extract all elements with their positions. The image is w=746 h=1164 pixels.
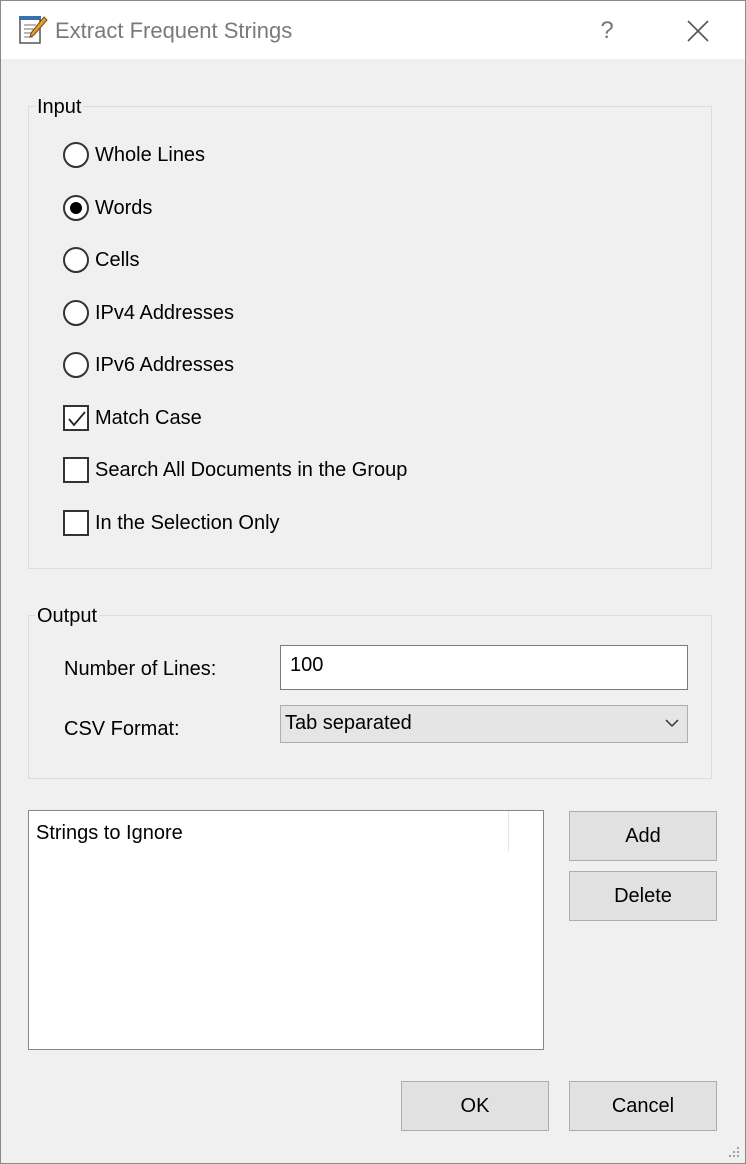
radio-indicator[interactable] [63, 352, 89, 378]
option-label: IPv4 Addresses [95, 301, 234, 324]
output-group-label: Output [35, 605, 100, 628]
add-button[interactable]: Add [569, 811, 717, 861]
radio-indicator-selected[interactable] [63, 195, 89, 221]
number-of-lines-label: Number of Lines: [64, 658, 217, 680]
option-label: IPv6 Addresses [95, 353, 234, 376]
title-bar[interactable]: Extract Frequent Strings ? [1, 1, 745, 59]
output-groupbox [28, 615, 712, 779]
checkbox-match-case[interactable]: Match Case [63, 404, 202, 432]
option-label: Search All Documents in the Group [95, 458, 408, 481]
checkbox-selection-only[interactable]: In the Selection Only [63, 509, 280, 537]
chevron-down-icon [665, 719, 679, 728]
help-button[interactable]: ? [585, 9, 629, 53]
csv-format-label: CSV Format: [64, 718, 180, 740]
close-icon[interactable] [677, 11, 719, 51]
input-group-label: Input [35, 96, 84, 119]
option-label: Whole Lines [95, 143, 206, 166]
option-label: Match Case [95, 406, 202, 429]
radio-indicator[interactable] [63, 247, 89, 273]
number-of-lines-input[interactable]: 100 [280, 645, 688, 690]
window-title: Extract Frequent Strings [55, 18, 293, 43]
option-label: In the Selection Only [95, 511, 280, 534]
radio-ipv4-addresses[interactable]: IPv4 Addresses [63, 299, 234, 327]
cancel-button[interactable]: Cancel [569, 1081, 717, 1131]
radio-whole-lines[interactable]: Whole Lines [63, 141, 205, 169]
list-column-header[interactable]: Strings to Ignore [29, 811, 509, 851]
option-label: Words [95, 196, 153, 219]
csv-format-select[interactable]: Tab separated [280, 705, 688, 743]
radio-indicator[interactable] [63, 300, 89, 326]
radio-ipv6-addresses[interactable]: IPv6 Addresses [63, 351, 234, 379]
radio-cells[interactable]: Cells [63, 246, 139, 274]
checkmark-icon [68, 411, 86, 427]
checkbox-indicator[interactable] [63, 457, 89, 483]
csv-format-value: Tab separated [285, 712, 412, 734]
strings-to-ignore-list[interactable]: Strings to Ignore [28, 810, 544, 1050]
list-column-header-label: Strings to Ignore [36, 822, 183, 844]
option-label: Cells [95, 248, 140, 271]
checkbox-indicator-checked[interactable] [63, 405, 89, 431]
notepad-pencil-icon [19, 16, 48, 44]
delete-button[interactable]: Delete [569, 871, 717, 921]
checkbox-search-all-documents[interactable]: Search All Documents in the Group [63, 456, 407, 484]
radio-indicator[interactable] [63, 142, 89, 168]
extract-frequent-strings-dialog: Extract Frequent Strings ? Input Whole L… [0, 0, 746, 1164]
input-groupbox [28, 106, 712, 569]
radio-words[interactable]: Words [63, 194, 152, 222]
checkbox-indicator[interactable] [63, 510, 89, 536]
resize-grip-icon[interactable] [725, 1143, 741, 1159]
ok-button[interactable]: OK [401, 1081, 549, 1131]
